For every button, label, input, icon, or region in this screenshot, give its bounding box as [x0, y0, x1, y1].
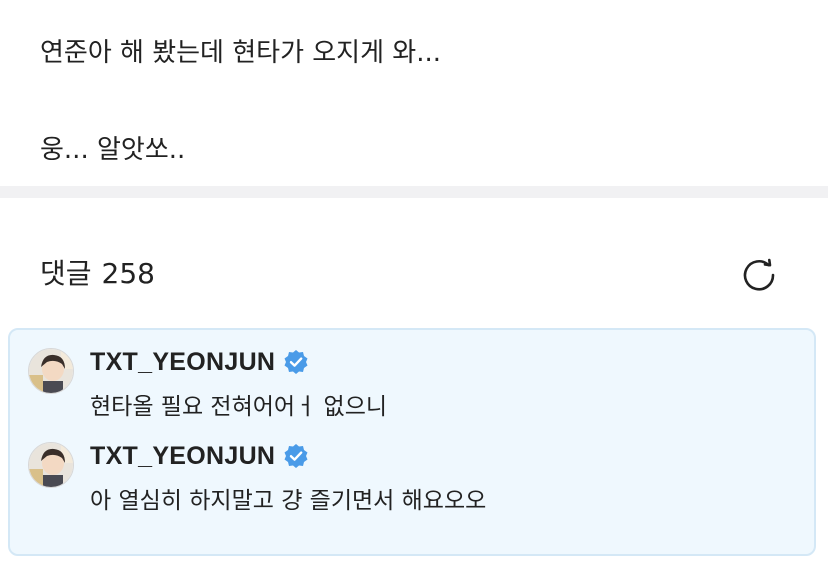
section-divider: [0, 186, 828, 198]
post-body: 연준아 해 봤는데 현타가 오지게 와... 웅... 알앗쏘..: [0, 0, 828, 186]
comments-header: 댓글 258: [0, 198, 828, 324]
comment-text: 현타올 필요 전혀어어ㅓ 없으니: [90, 394, 388, 420]
post-text-line-2: 웅... 알앗쏘..: [40, 135, 186, 165]
comments-title: 댓글 258: [40, 256, 155, 292]
page: 연준아 해 봤는데 현타가 오지게 와... 웅... 알앗쏘.. 댓글 258: [0, 0, 828, 580]
comments-count: 258: [101, 257, 155, 290]
avatar[interactable]: [28, 442, 74, 488]
comment-item: TXT_YEONJUN 현타올 필요 전혀어어ㅓ 없으니: [10, 344, 814, 440]
post-text-line-1: 연준아 해 봤는데 현타가 오지게 와...: [40, 38, 441, 68]
comments-label: 댓글: [40, 257, 92, 290]
comment-author[interactable]: TXT_YEONJUN: [90, 348, 275, 377]
verified-badge-icon: [283, 443, 309, 469]
comment-item: TXT_YEONJUN 아 열심히 하지말고 걍 즐기면서 해요오오: [10, 438, 814, 534]
comment-author-row: TXT_YEONJUN: [90, 440, 309, 472]
comment-text: 아 열심히 하지말고 걍 즐기면서 해요오오: [90, 488, 487, 514]
comment-author[interactable]: TXT_YEONJUN: [90, 442, 275, 471]
avatar[interactable]: [28, 348, 74, 394]
refresh-icon: [743, 258, 775, 291]
refresh-button[interactable]: [740, 256, 780, 296]
verified-badge-icon: [283, 349, 309, 375]
highlighted-comments: TXT_YEONJUN 현타올 필요 전혀어어ㅓ 없으니 TXT_YEONJUN…: [8, 328, 816, 556]
comment-author-row: TXT_YEONJUN: [90, 346, 309, 378]
